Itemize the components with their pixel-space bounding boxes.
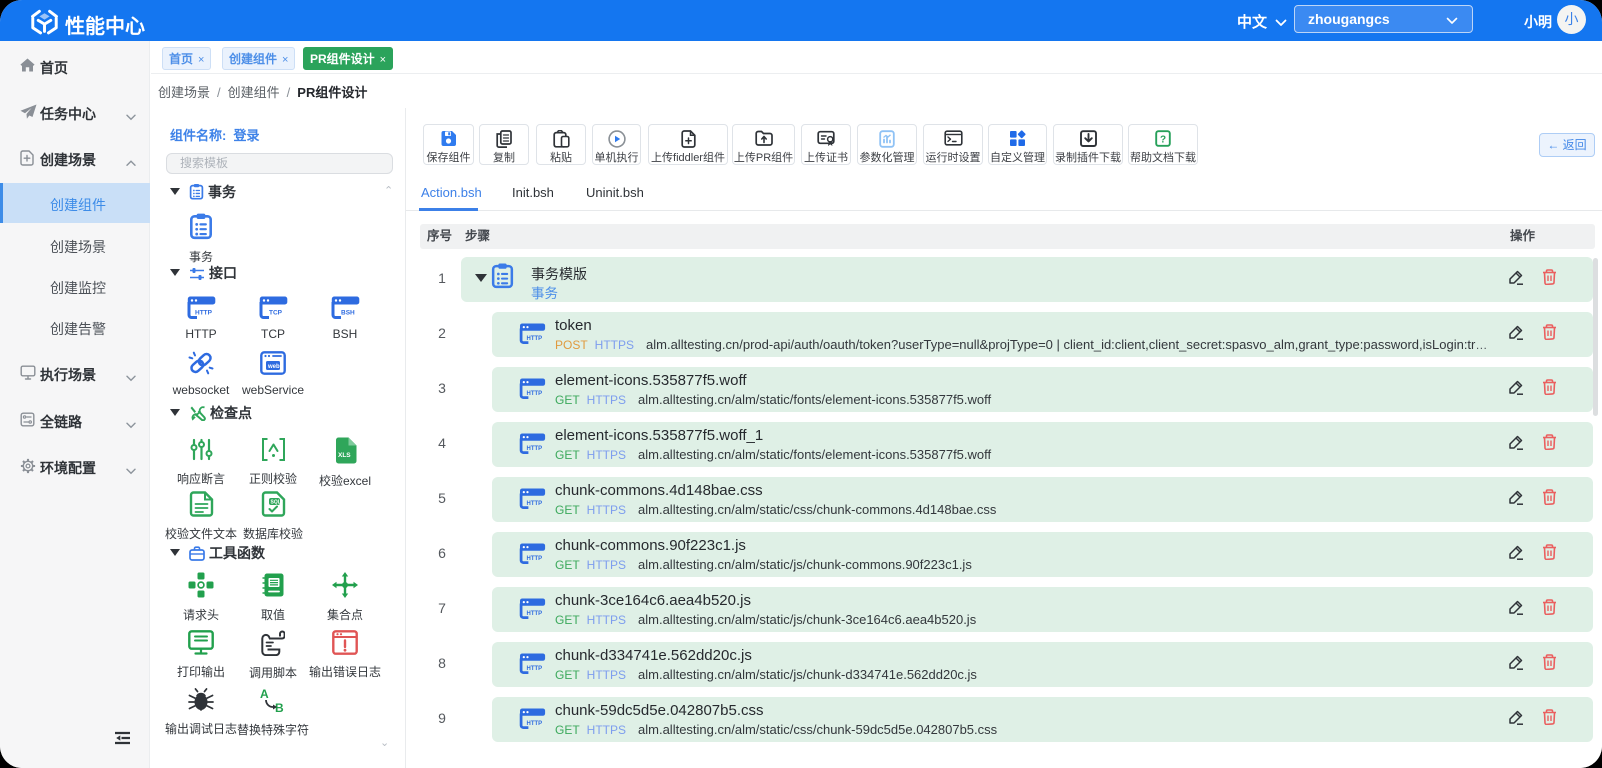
svg-text:?: ? [1160,135,1166,146]
svg-text:TCP: TCP [269,310,283,317]
svg-text:SQL: SQL [270,500,280,506]
svg-text:HTTP: HTTP [527,391,543,397]
svg-text:HTTP: HTTP [195,310,213,317]
svg-text:HTTP: HTTP [527,611,543,617]
svg-text:HTTP: HTTP [527,501,543,507]
svg-text:A: A [260,687,269,701]
svg-text:web: web [267,364,280,370]
svg-text:HTTP: HTTP [527,556,543,562]
svg-text:HTTP: HTTP [527,446,543,452]
svg-text:HTTP: HTTP [527,721,543,727]
svg-text:HTTP: HTTP [527,666,543,672]
svg-text:XLS: XLS [338,452,351,459]
svg-text:HTTP: HTTP [527,336,543,342]
svg-text:BSH: BSH [341,310,355,317]
